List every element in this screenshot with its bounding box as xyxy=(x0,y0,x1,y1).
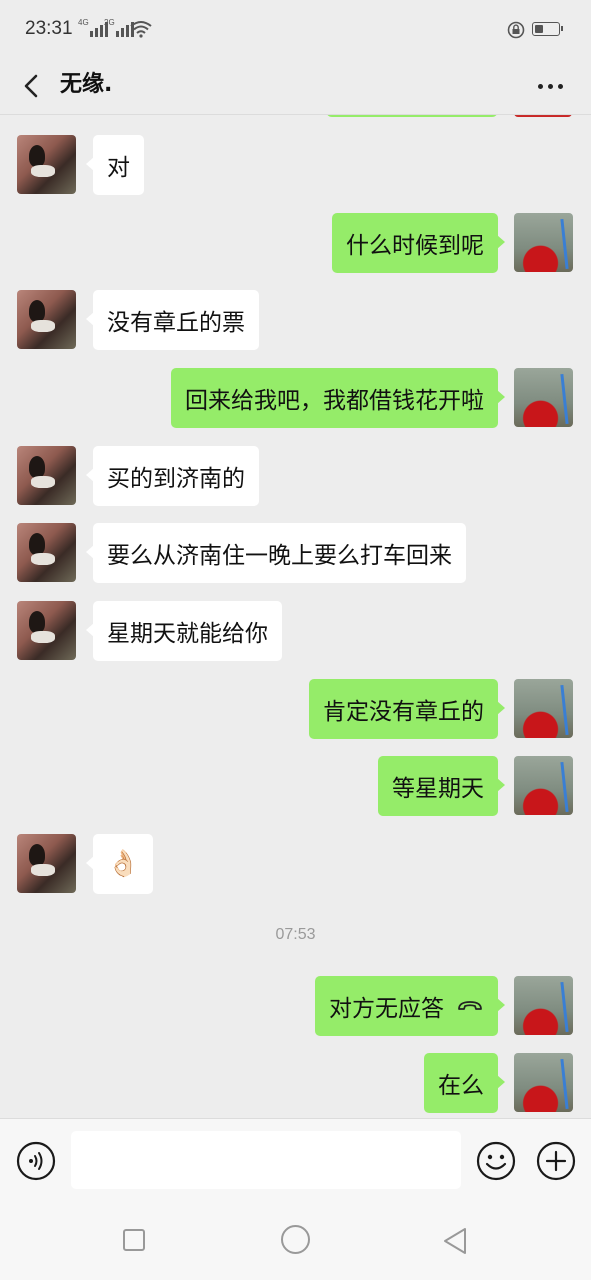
contact-avatar[interactable] xyxy=(17,446,76,505)
chat-message-list[interactable]: 对 什么时候到呢 没有章丘的票 回来给我吧，我都借钱花开啦 买的到济南的 要么从… xyxy=(0,115,591,1118)
partial-message-bubble xyxy=(326,115,498,117)
rotation-lock-icon xyxy=(507,21,525,39)
battery-icon xyxy=(532,22,563,36)
network-type-label-2: 2G xyxy=(104,18,115,27)
message-row: 在么 xyxy=(0,1053,591,1113)
my-avatar[interactable] xyxy=(514,213,573,272)
status-bar: 23:31 4G 2G xyxy=(0,0,591,58)
incoming-message-bubble[interactable]: 买的到济南的 xyxy=(86,446,259,506)
wifi-icon xyxy=(130,21,152,38)
my-avatar[interactable] xyxy=(514,756,573,815)
back-arrow-icon[interactable] xyxy=(18,68,48,104)
message-row: 什么时候到呢 xyxy=(0,213,591,273)
message-row: 要么从济南住一晚上要么打车回来 xyxy=(0,523,591,583)
my-avatar[interactable] xyxy=(514,976,573,1035)
outgoing-message-bubble[interactable]: 在么 xyxy=(424,1053,505,1113)
message-text: 等星期天 xyxy=(392,776,484,802)
network-type-label-1: 4G xyxy=(78,18,89,27)
message-row: 星期天就能给你 xyxy=(0,601,591,661)
call-record-bubble[interactable]: 对方无应答 xyxy=(315,976,505,1036)
message-text: 要么从济南住一晚上要么打车回来 xyxy=(107,543,452,569)
my-avatar[interactable] xyxy=(514,368,573,427)
battery-level xyxy=(535,25,543,33)
message-text: 星期天就能给你 xyxy=(107,621,268,647)
message-text: 肯定没有章丘的 xyxy=(323,699,484,725)
outgoing-message-bubble[interactable]: 等星期天 xyxy=(378,756,505,816)
message-row: 👌🏻 xyxy=(0,834,591,894)
system-back-icon[interactable] xyxy=(441,1226,469,1256)
message-row: 肯定没有章丘的 xyxy=(0,679,591,739)
message-text: 什么时候到呢 xyxy=(346,233,484,259)
incoming-message-bubble[interactable]: 星期天就能给你 xyxy=(86,601,282,661)
contact-avatar[interactable] xyxy=(17,135,76,194)
emoji-icon[interactable] xyxy=(476,1141,516,1181)
recent-apps-icon[interactable] xyxy=(123,1229,145,1251)
more-options-icon[interactable] xyxy=(532,70,568,102)
message-timestamp: 07:53 xyxy=(275,926,316,943)
chat-title: 无缘. xyxy=(60,72,113,97)
voice-input-icon[interactable] xyxy=(16,1141,56,1181)
ok-hand-emoji: 👌🏻 xyxy=(107,849,140,879)
chat-header: 无缘. xyxy=(0,58,591,115)
home-icon[interactable] xyxy=(281,1225,310,1254)
incoming-message-bubble[interactable]: 👌🏻 xyxy=(85,834,154,894)
message-row: 回来给我吧，我都借钱花开啦 xyxy=(0,368,591,428)
contact-avatar[interactable] xyxy=(17,834,76,893)
incoming-message-bubble[interactable]: 没有章丘的票 xyxy=(86,290,259,350)
call-declined-icon xyxy=(458,1001,482,1010)
message-row: 没有章丘的票 xyxy=(0,290,591,350)
message-text: 对 xyxy=(107,155,130,181)
my-avatar[interactable] xyxy=(514,679,573,738)
message-row: 对 xyxy=(0,135,591,195)
input-bar xyxy=(0,1118,591,1203)
incoming-message-bubble[interactable]: 对 xyxy=(86,135,144,195)
message-text: 买的到济南的 xyxy=(107,466,245,492)
contact-avatar[interactable] xyxy=(17,601,76,660)
message-text: 回来给我吧，我都借钱花开啦 xyxy=(185,388,484,414)
contact-avatar[interactable] xyxy=(17,523,76,582)
more-functions-plus-icon[interactable] xyxy=(536,1141,576,1181)
message-row: 买的到济南的 xyxy=(0,446,591,506)
contact-avatar[interactable] xyxy=(17,290,76,349)
outgoing-message-bubble[interactable]: 回来给我吧，我都借钱花开啦 xyxy=(171,368,505,428)
message-text: 在么 xyxy=(438,1073,484,1099)
system-navigation-bar xyxy=(0,1202,591,1280)
outgoing-message-bubble[interactable]: 肯定没有章丘的 xyxy=(309,679,505,739)
my-avatar[interactable] xyxy=(514,1053,573,1112)
incoming-message-bubble[interactable]: 要么从济南住一晚上要么打车回来 xyxy=(86,523,466,583)
status-time: 23:31 xyxy=(25,18,73,39)
message-row: 对方无应答 xyxy=(0,976,591,1036)
message-input[interactable] xyxy=(71,1131,461,1189)
message-text: 没有章丘的票 xyxy=(107,310,245,336)
partial-avatar xyxy=(514,115,572,117)
message-row: 等星期天 xyxy=(0,756,591,816)
message-text: 对方无应答 xyxy=(329,996,444,1022)
outgoing-message-bubble[interactable]: 什么时候到呢 xyxy=(332,213,505,273)
